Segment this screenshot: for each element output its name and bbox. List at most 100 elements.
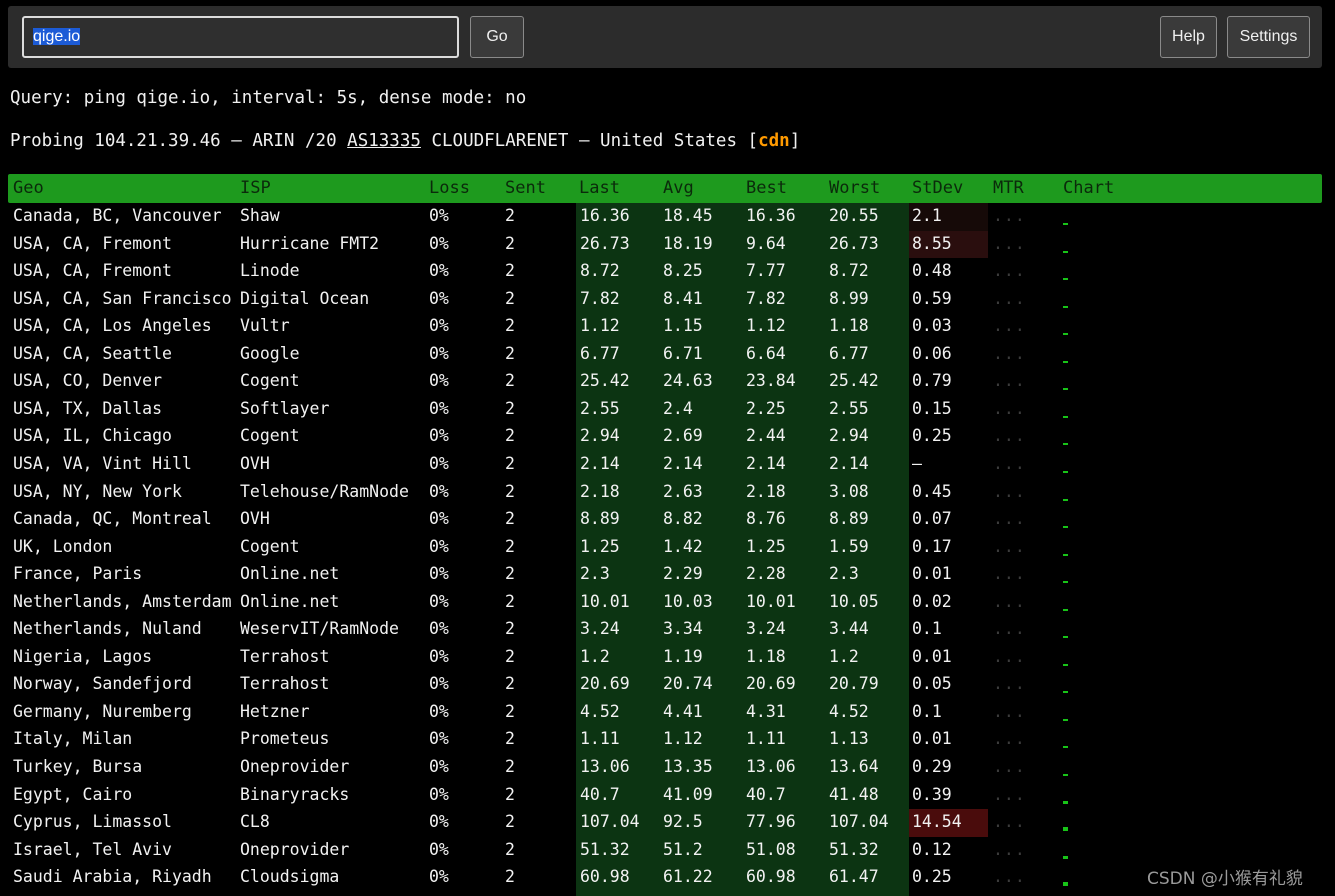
cell-mtr[interactable]: ...: [993, 371, 1026, 390]
probe-mid: CLOUDFLARENET — United States [: [420, 131, 759, 151]
chart-bar: [1063, 388, 1068, 391]
cell-mtr[interactable]: ...: [993, 399, 1026, 418]
cell-sent: 2: [505, 261, 515, 281]
table-row: USA, CA, Seattle Google 0% 2 6.77 6.71 6.64 6.7…: [0, 341, 1335, 369]
chart-bar: [1063, 746, 1068, 749]
cell-isp: Google: [240, 343, 300, 363]
settings-button[interactable]: Settings: [1227, 16, 1310, 58]
cell-worst: 41.48: [829, 784, 879, 804]
table-row: Israel, Tel Aviv Oneprovider 0% 2 51.32 51.2 5…: [0, 837, 1335, 865]
cell-avg: 18.19: [663, 233, 713, 253]
cell-best: 7.82: [746, 288, 786, 308]
cell-best: 2.44: [746, 426, 786, 446]
cell-loss: 0%: [429, 784, 449, 804]
cell-mtr[interactable]: ...: [993, 454, 1026, 473]
cell-mtr[interactable]: ...: [993, 564, 1026, 583]
cell-best: 60.98: [746, 867, 796, 887]
cell-sent: 2: [505, 701, 515, 721]
cell-mtr[interactable]: ...: [993, 619, 1026, 638]
host-input[interactable]: qige.io: [22, 16, 459, 58]
cell-last: 7.82: [580, 288, 620, 308]
table-row: France, Paris Online.net 0% 2 2.3 2.29 2.28 2.3…: [0, 561, 1335, 589]
cell-last: 20.69: [580, 674, 630, 694]
cell-geo: USA, TX, Dallas: [13, 398, 163, 418]
cell-last: 16.36: [580, 206, 630, 225]
cell-isp: Cloudsigma: [240, 867, 340, 887]
cell-loss: 0%: [429, 729, 449, 749]
cell-loss: 0%: [429, 288, 449, 308]
cell-loss: 0%: [429, 674, 449, 694]
chart-bar: [1063, 691, 1068, 694]
col-isp[interactable]: ISP: [240, 178, 271, 198]
cell-mtr[interactable]: ...: [993, 729, 1026, 748]
col-best[interactable]: Best: [746, 178, 787, 198]
chart-bar: [1063, 855, 1068, 859]
cell-mtr[interactable]: ...: [993, 757, 1026, 776]
cell-last: 60.98: [580, 867, 630, 887]
cell-mtr[interactable]: ...: [993, 261, 1026, 280]
cell-mtr[interactable]: ...: [993, 206, 1026, 225]
host-input-value[interactable]: qige.io: [33, 28, 81, 45]
cell-geo: USA, IL, Chicago: [13, 426, 172, 446]
cell-last: 6.77: [580, 343, 620, 363]
cell-mtr[interactable]: ...: [993, 812, 1026, 831]
cell-mtr[interactable]: ...: [993, 785, 1026, 804]
col-mtr[interactable]: MTR: [993, 178, 1024, 198]
col-stdev[interactable]: StDev: [912, 178, 963, 198]
cell-avg: 13.35: [663, 757, 713, 776]
cell-loss: 0%: [429, 646, 449, 666]
cell-mtr[interactable]: ...: [993, 289, 1026, 308]
cell-mtr[interactable]: ...: [993, 592, 1026, 611]
cell-isp: OVH: [240, 453, 270, 473]
cell-mtr[interactable]: ...: [993, 840, 1026, 859]
cell-loss: 0%: [429, 509, 449, 529]
cell-loss: 0%: [429, 536, 449, 556]
cell-sent: 2: [505, 591, 515, 611]
col-chart[interactable]: Chart: [1063, 178, 1114, 198]
cell-mtr[interactable]: ...: [993, 344, 1026, 363]
cell-sent: 2: [505, 288, 515, 308]
cell-mtr[interactable]: ...: [993, 426, 1026, 445]
cell-isp: Terrahost: [240, 674, 330, 694]
cell-worst: 107.04: [829, 812, 889, 832]
cell-avg: 1.42: [663, 536, 703, 556]
cell-isp: Vultr: [240, 316, 290, 336]
cell-geo: Israel, Tel Aviv: [13, 839, 172, 859]
col-last[interactable]: Last: [579, 178, 620, 198]
cell-last: 2.3: [580, 564, 610, 584]
cell-geo: Canada, BC, Vancouver: [13, 206, 222, 225]
cell-last: 26.73: [580, 233, 630, 253]
cell-isp: Hetzner: [240, 701, 310, 721]
cell-worst: 13.64: [829, 757, 879, 776]
cell-last: 1.2: [580, 646, 610, 666]
cell-mtr[interactable]: ...: [993, 316, 1026, 335]
col-worst[interactable]: Worst: [829, 178, 880, 198]
cell-last: 13.06: [580, 757, 630, 776]
cell-sent: 2: [505, 509, 515, 529]
probe-prefix: Probing 104.21.39.46 — ARIN /20: [10, 131, 348, 151]
cell-best: 40.7: [746, 784, 786, 804]
cell-worst: 26.73: [829, 233, 879, 253]
help-button[interactable]: Help: [1160, 16, 1217, 58]
col-sent[interactable]: Sent: [505, 178, 546, 198]
cell-geo: USA, CA, Fremont: [13, 233, 172, 253]
col-geo[interactable]: Geo: [13, 178, 44, 198]
watermark: CSDN @小猴有礼貌: [1147, 869, 1303, 889]
col-loss[interactable]: Loss: [429, 178, 470, 198]
cell-mtr[interactable]: ...: [993, 867, 1026, 886]
col-avg[interactable]: Avg: [663, 178, 694, 198]
cell-loss: 0%: [429, 316, 449, 336]
cell-geo: Nigeria, Lagos: [13, 646, 153, 666]
cell-mtr[interactable]: ...: [993, 509, 1026, 528]
cell-mtr[interactable]: ...: [993, 702, 1026, 721]
cell-mtr[interactable]: ...: [993, 537, 1026, 556]
cell-isp: Cogent: [240, 426, 300, 446]
cell-mtr[interactable]: ...: [993, 647, 1026, 666]
cell-geo: USA, CA, Seattle: [13, 343, 172, 363]
go-button[interactable]: Go: [470, 16, 524, 58]
cell-mtr[interactable]: ...: [993, 482, 1026, 501]
cell-mtr[interactable]: ...: [993, 674, 1026, 693]
cell-best: 51.08: [746, 839, 796, 859]
asn-link[interactable]: AS13335: [347, 131, 421, 151]
cell-mtr[interactable]: ...: [993, 234, 1026, 253]
